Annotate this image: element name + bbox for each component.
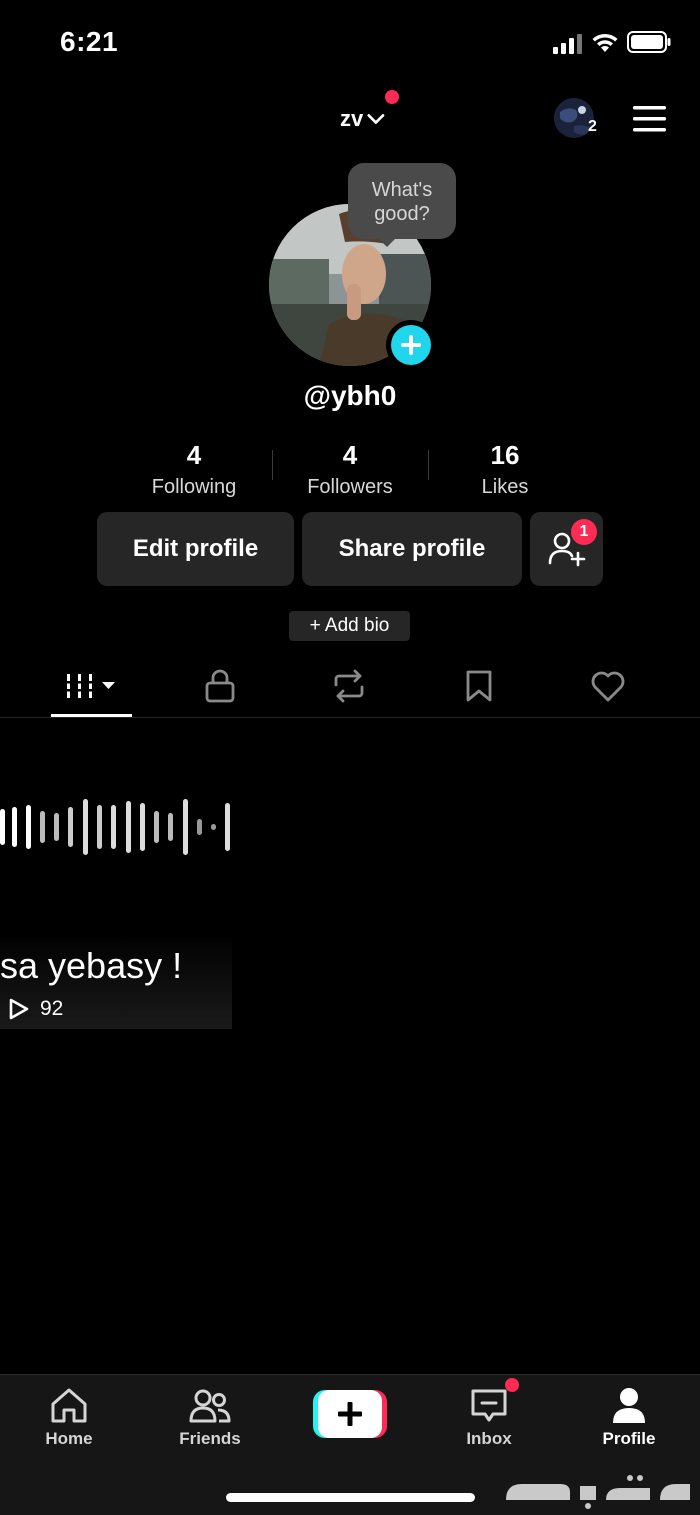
account-switcher[interactable]: zv: [340, 104, 385, 134]
tab-divider: [0, 717, 700, 718]
nav-home-label: Home: [45, 1429, 93, 1448]
nav-friends-label: Friends: [179, 1429, 241, 1448]
nav-home[interactable]: Home: [19, 1387, 119, 1449]
stat-divider: [428, 450, 429, 480]
video-thumbnail[interactable]: sa yebasy ! 92: [0, 737, 232, 1029]
nav-profile-label: Profile: [602, 1429, 656, 1448]
likes-count: 16: [490, 440, 520, 470]
status-bar: 6:21: [0, 0, 700, 86]
following-count: 4: [186, 440, 202, 470]
account-count: 2: [588, 118, 597, 135]
nav-friends[interactable]: Friends: [160, 1387, 260, 1449]
status-time: 6:21: [60, 26, 119, 57]
menu-icon[interactable]: [633, 106, 666, 132]
nav-inbox[interactable]: Inbox: [439, 1387, 539, 1449]
haraj-watermark-logo: [506, 1475, 690, 1509]
nav-profile[interactable]: Profile: [579, 1387, 679, 1449]
stat-followers[interactable]: 4 Followers: [280, 438, 420, 502]
repost-icon: [334, 669, 364, 703]
profile-icon: [613, 1388, 645, 1423]
add-bio-button[interactable]: + Add bio: [289, 611, 410, 641]
create-button[interactable]: [313, 1390, 387, 1438]
followers-count: 4: [342, 440, 358, 470]
share-profile-button[interactable]: Share profile: [302, 512, 522, 586]
stat-divider: [272, 450, 273, 480]
heart-icon: [591, 671, 625, 702]
following-label: Following: [151, 476, 237, 498]
bookmark-icon: [466, 670, 492, 702]
tab-liked[interactable]: [568, 664, 648, 708]
battery-icon: [627, 31, 671, 53]
stat-following[interactable]: 4 Following: [124, 438, 264, 502]
view-count-value: 92: [40, 997, 64, 1020]
tab-videos[interactable]: [51, 664, 131, 708]
inbox-notification-dot: [505, 1378, 519, 1392]
plus-icon: [401, 335, 421, 355]
home-indicator[interactable]: [226, 1493, 475, 1502]
tab-favorites[interactable]: [439, 664, 519, 708]
lock-icon: [205, 669, 235, 703]
inbox-icon: [471, 1389, 507, 1422]
cellular-signal-icon: [553, 34, 582, 54]
view-count: 92: [8, 997, 63, 1021]
username: @ybh0: [303, 380, 397, 411]
edit-profile-button[interactable]: Edit profile: [97, 512, 294, 586]
tab-private[interactable]: [180, 664, 260, 708]
play-icon: [9, 998, 29, 1020]
video-caption: sa yebasy !: [0, 945, 183, 986]
wifi-icon: [592, 33, 618, 52]
chevron-down-icon: [367, 114, 385, 124]
audio-waveform-image: [0, 799, 230, 855]
nav-inbox-label: Inbox: [466, 1429, 512, 1448]
tab-reposts[interactable]: [309, 664, 389, 708]
friends-icon: [189, 1389, 231, 1423]
likes-label: Likes: [481, 476, 529, 498]
stat-likes[interactable]: 16 Likes: [435, 438, 575, 502]
followers-label: Followers: [307, 476, 393, 498]
add-photo-button[interactable]: [386, 320, 436, 370]
account-name: zv: [340, 106, 364, 131]
videos-grid-icon: [65, 674, 115, 698]
friend-request-badge: 1: [571, 519, 597, 545]
home-icon: [51, 1388, 87, 1423]
account-notification-dot: [385, 90, 399, 104]
note-bubble[interactable]: What's good?: [348, 163, 456, 247]
